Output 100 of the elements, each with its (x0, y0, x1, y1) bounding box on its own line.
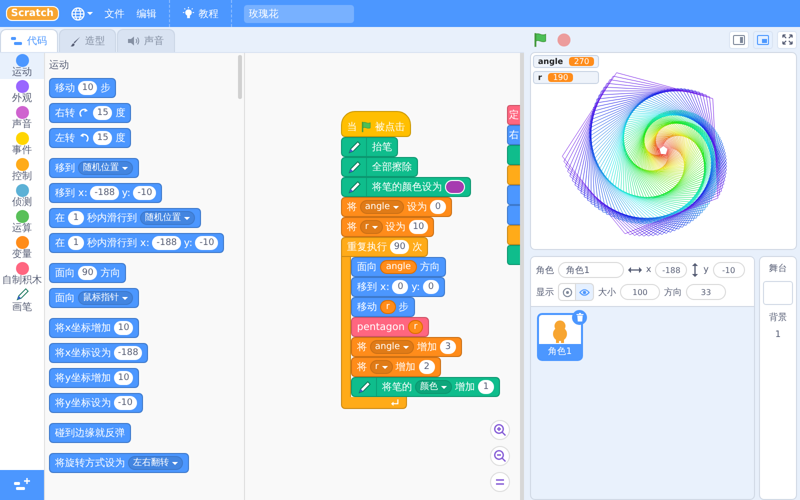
normal-stage-icon (757, 34, 769, 44)
number-input[interactable]: 90 (78, 266, 98, 280)
category-item[interactable]: 运动 (0, 53, 44, 79)
code-block[interactable]: 将 r 增加 2 (351, 357, 441, 377)
block-dropdown[interactable]: 鼠标指针 (78, 291, 133, 305)
code-block[interactable]: 在 1 秒内滑行到 随机位置 (49, 208, 201, 228)
block-dropdown[interactable]: 左右翻转 (128, 456, 183, 470)
code-block[interactable] (507, 165, 520, 185)
block-text: 增加 (455, 380, 475, 394)
code-block[interactable]: 面向 90 方向 (49, 263, 126, 283)
code-block[interactable] (507, 145, 520, 165)
code-block[interactable]: 移到 x: 0 y: 0 (351, 277, 446, 297)
block-text: 方向 (420, 260, 440, 274)
number-input[interactable]: -10 (133, 186, 156, 200)
zoom-in-button[interactable] (490, 420, 510, 440)
monitor-label: angle (538, 57, 563, 66)
small-stage-icon (733, 34, 745, 44)
code-block[interactable]: 在 1 秒内滑行到 x: -188 y: -10 (49, 233, 224, 253)
code-block[interactable] (507, 225, 520, 245)
code-block[interactable]: 左转 15 度 (49, 128, 132, 148)
number-input[interactable]: 3 (440, 340, 456, 354)
number-input[interactable]: 15 (93, 106, 112, 120)
backdrop-thumbnail[interactable] (763, 281, 793, 305)
code-block[interactable]: 移到 随机位置 (49, 158, 139, 178)
category-item[interactable]: 变量 (0, 235, 44, 261)
number-input[interactable]: 10 (114, 321, 134, 335)
language-button[interactable] (70, 6, 93, 20)
code-block[interactable]: 移动 10 步 (49, 78, 116, 98)
x-position-field[interactable]: -188 (655, 262, 688, 278)
code-block[interactable]: 将 angle 设为 0 (341, 197, 452, 217)
code-block[interactable]: 将旋转方式设为 左右翻转 (49, 453, 189, 473)
category-item[interactable]: 事件 (0, 131, 44, 157)
code-block[interactable]: 将y坐标增加 10 (49, 368, 140, 388)
number-input[interactable]: -188 (90, 186, 119, 200)
number-input[interactable]: 2 (418, 360, 435, 374)
number-input[interactable]: -10 (114, 396, 137, 410)
code-block[interactable]: 右转 15 度 (49, 103, 132, 123)
code-block[interactable] (507, 245, 520, 265)
number-input[interactable]: -10 (195, 236, 218, 250)
code-block[interactable]: 面向 鼠标指针 (49, 288, 139, 308)
monitor-value: 270 (569, 57, 594, 66)
number-input[interactable]: 1 (68, 211, 84, 225)
stage-size-button[interactable] (729, 30, 749, 48)
code-block[interactable]: 将 r 设为 10 (341, 217, 434, 237)
sprite-name-field[interactable]: 角色1 (558, 262, 624, 278)
category-label: 控制 (12, 172, 32, 182)
hide-button[interactable] (558, 283, 576, 301)
block-text: 在 (55, 212, 65, 225)
number-input[interactable]: 90 (390, 240, 410, 254)
number-input[interactable]: 0 (392, 280, 408, 294)
code-block[interactable]: 将x坐标设为 -188 (49, 343, 148, 363)
add-extension-button[interactable] (0, 470, 44, 500)
number-input[interactable]: 15 (93, 131, 112, 145)
code-block[interactable] (507, 185, 520, 205)
code-block[interactable]: 将x坐标增加 10 (49, 318, 140, 338)
size-field[interactable]: 100 (620, 284, 660, 300)
block-text: 将 (347, 221, 357, 234)
caret-icon (122, 296, 128, 300)
number-input[interactable]: 1 (68, 236, 84, 250)
number-input[interactable]: 1 (478, 380, 494, 394)
stage[interactable]: angle 270 r 190 (530, 52, 797, 250)
category-item[interactable]: 外观 (0, 79, 44, 105)
scrollbar[interactable] (238, 55, 242, 99)
category-item[interactable]: 控制 (0, 157, 44, 183)
direction-field[interactable]: 33 (686, 284, 726, 300)
repeat-block-head[interactable]: 重复执行 90 次 (341, 237, 428, 257)
block-text: 设为 (386, 220, 406, 234)
delete-button[interactable] (572, 310, 587, 325)
block-text: 移动 (55, 82, 75, 95)
zoom-out-button[interactable] (490, 446, 510, 466)
number-input[interactable]: 10 (408, 220, 428, 234)
block-text: 将 (347, 201, 357, 214)
number-input[interactable]: 10 (78, 81, 98, 95)
number-input[interactable]: 10 (114, 371, 134, 385)
zoom-reset-button[interactable] (490, 472, 510, 492)
code-block[interactable]: 将 angle 增加 3 (351, 337, 462, 357)
category-item[interactable]: 侦测 (0, 183, 44, 209)
fullscreen-button[interactable] (777, 30, 797, 48)
number-input[interactable]: -188 (152, 236, 181, 250)
number-input[interactable]: 0 (430, 200, 446, 214)
y-position-field[interactable]: -10 (712, 262, 745, 278)
color-swatch[interactable] (445, 180, 465, 194)
show-button[interactable] (576, 283, 594, 301)
code-block[interactable]: 将笔的 颜色 增加 1 (351, 377, 500, 397)
block-dropdown[interactable]: 随机位置 (140, 211, 195, 225)
category-item[interactable]: 声音 (0, 105, 44, 131)
caret-icon (172, 462, 178, 464)
category-item[interactable]: 自制积木 (0, 261, 44, 287)
field-label: x (646, 265, 652, 275)
number-input[interactable]: 0 (423, 280, 440, 294)
block-text: 将旋转方式设为 (55, 456, 125, 470)
category-item[interactable]: 运算 (0, 209, 44, 235)
code-block[interactable]: 移到 x: -188 y: -10 (49, 183, 162, 203)
field-label: 大小 (598, 286, 616, 298)
category-item[interactable]: 画笔 (0, 287, 44, 313)
code-block[interactable] (507, 205, 520, 225)
category-label: 变量 (12, 250, 32, 260)
number-input[interactable]: -188 (114, 346, 142, 360)
block-dropdown[interactable]: 随机位置 (78, 161, 133, 175)
code-block[interactable]: 将y坐标设为 -10 (49, 393, 143, 413)
